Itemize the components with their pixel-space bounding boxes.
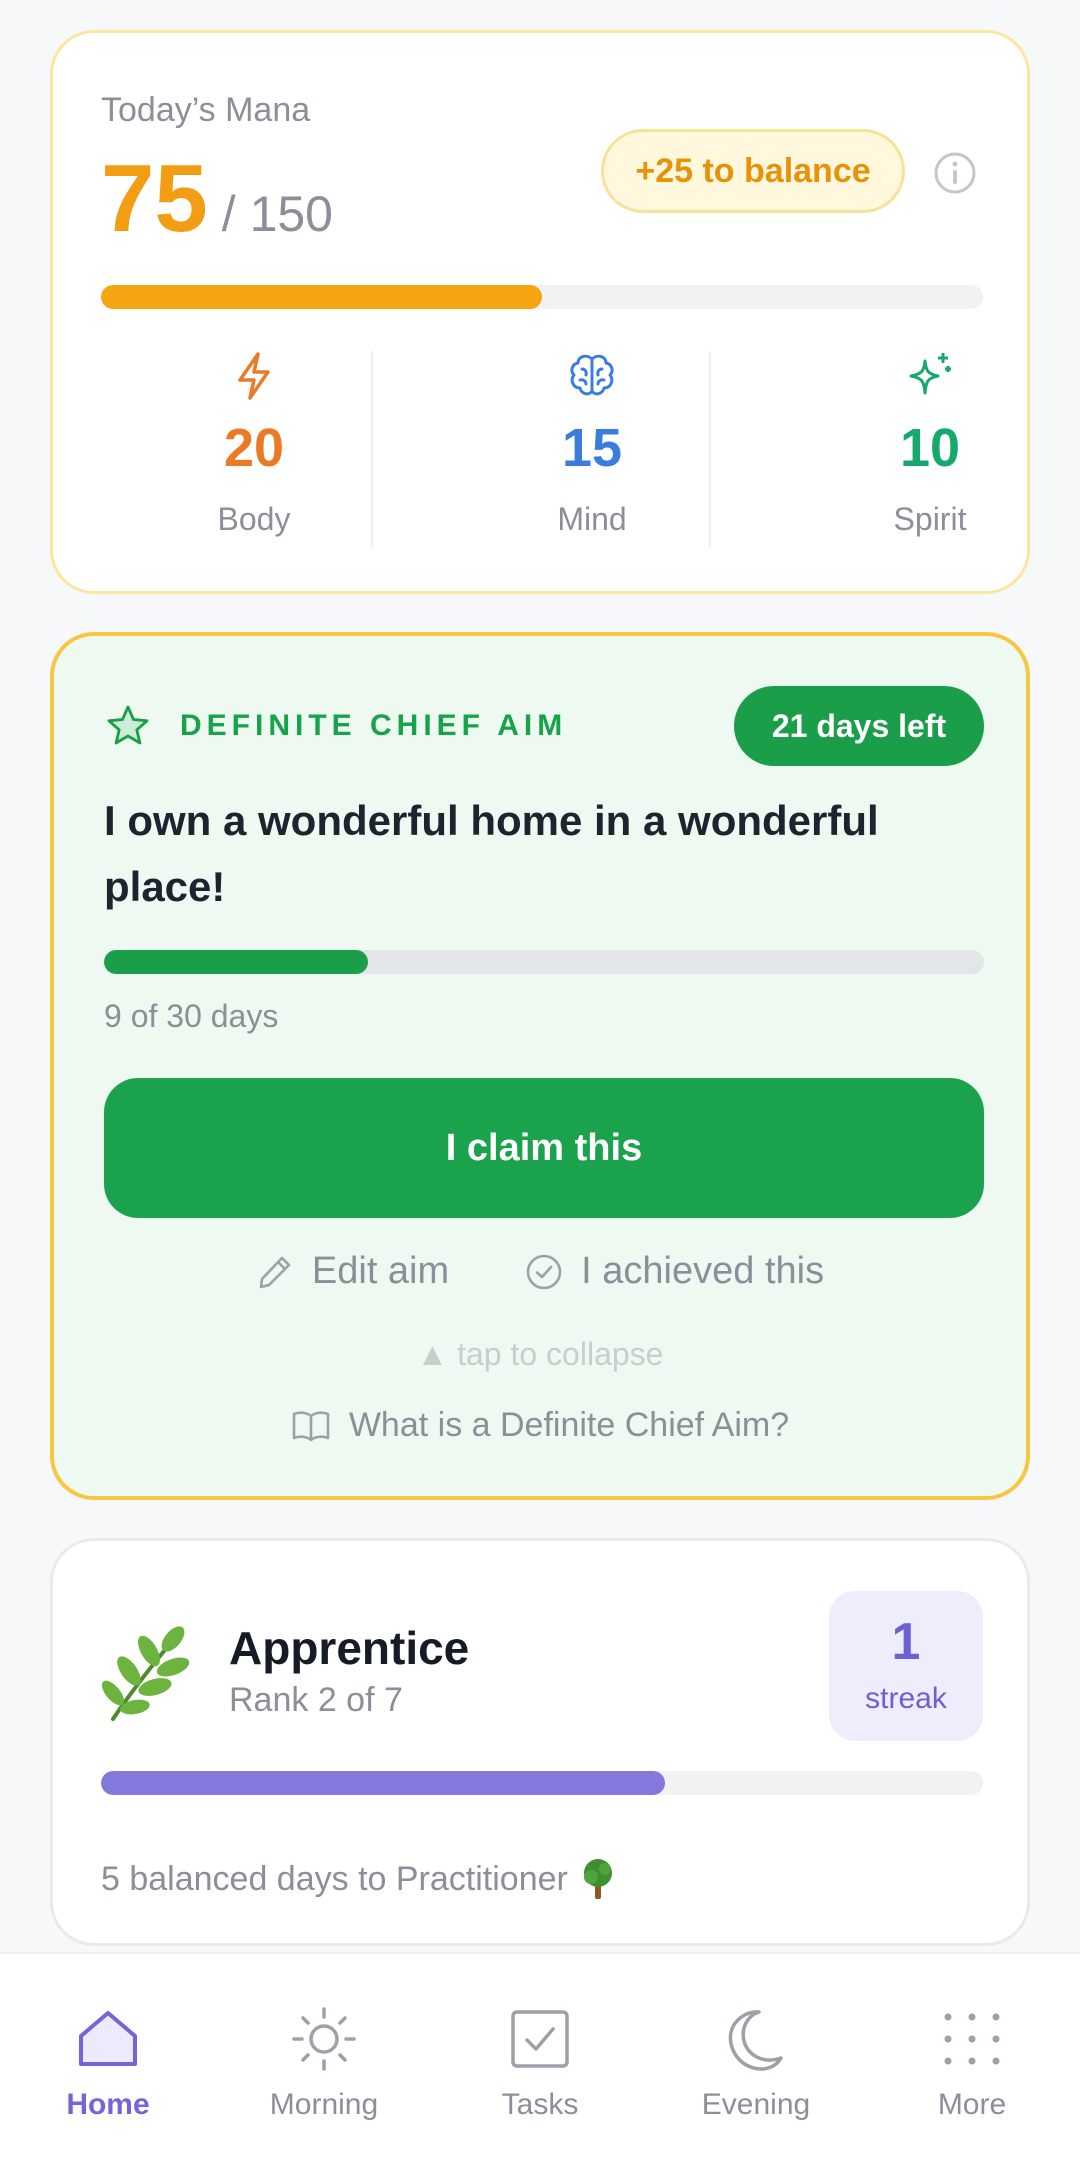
- achieved-button[interactable]: I achieved this: [525, 1250, 824, 1293]
- nav-tasks-label: Tasks: [501, 2088, 579, 2121]
- nav-evening[interactable]: Evening: [656, 2004, 856, 2144]
- chief-aim-header: DEFINITE CHIEF AIM: [104, 702, 567, 750]
- nav-home-label: Home: [66, 2088, 150, 2121]
- home-icon: [79, 2011, 137, 2066]
- stat-body: 20 Body: [91, 349, 417, 549]
- chief-aim-card[interactable]: DEFINITE CHIEF AIM 21 days left I own a …: [50, 632, 1030, 1500]
- rank-name: Apprentice: [229, 1622, 470, 1674]
- rank-progress-bar: [101, 1771, 983, 1795]
- streak-label: streak: [865, 1682, 947, 1715]
- claim-button[interactable]: I claim this: [104, 1078, 984, 1218]
- mana-max: / 150: [221, 186, 333, 242]
- check-circle-icon: [526, 1254, 562, 1289]
- sparkle-icon: [909, 353, 951, 395]
- pencil-icon: [259, 1256, 291, 1288]
- divider: [709, 351, 711, 547]
- mana-card: Today’s Mana 75 / 150 +25 to balance 20 …: [50, 30, 1030, 594]
- mana-progress-fill: [101, 285, 542, 309]
- stat-spirit: 10 Spirit: [767, 349, 1080, 549]
- book-icon: [292, 1410, 330, 1441]
- stat-spirit-label: Spirit: [893, 501, 967, 537]
- stat-spirit-value: 10: [899, 418, 961, 478]
- nav-morning[interactable]: Morning: [224, 2004, 424, 2144]
- mana-label: Today’s Mana: [101, 91, 311, 129]
- checkbox-icon: [511, 2010, 569, 2068]
- what-is-aim-label: What is a Definite Chief Aim?: [348, 1406, 790, 1444]
- mana-current: 75: [101, 145, 208, 252]
- achieved-label: I achieved this: [581, 1250, 825, 1292]
- edit-aim-button[interactable]: Edit aim: [256, 1250, 449, 1293]
- mana-value: 75 / 150: [101, 151, 333, 247]
- bottom-nav: Home Morning Tasks Evening More: [0, 1952, 1080, 2168]
- aim-progress-text: 9 of 30 days: [104, 998, 279, 1034]
- star-icon: [107, 705, 149, 745]
- sun-icon: [292, 2007, 356, 2071]
- rank-subtitle: Rank 2 of 7: [229, 1681, 403, 1719]
- rank-next-note: 5 balanced days to Practitioner: [101, 1857, 618, 1901]
- aim-progress-bar: [104, 950, 984, 974]
- nav-evening-label: Evening: [701, 2088, 811, 2121]
- rank-progress-fill: [101, 1771, 666, 1795]
- brain-icon: [570, 354, 614, 396]
- edit-aim-label: Edit aim: [311, 1250, 450, 1292]
- streak-value: 1: [891, 1613, 921, 1671]
- stat-mind-label: Mind: [557, 501, 627, 537]
- aim-actions: Edit aim I achieved this: [54, 1250, 1026, 1293]
- moon-icon: [728, 2010, 783, 2071]
- info-icon[interactable]: [933, 151, 977, 195]
- nav-home[interactable]: Home: [8, 2004, 208, 2144]
- what-is-aim-link[interactable]: What is a Definite Chief Aim?: [54, 1406, 1026, 1445]
- nav-tasks[interactable]: Tasks: [440, 2004, 640, 2144]
- rank-next-text: 5 balanced days to Practitioner: [101, 1859, 568, 1898]
- nav-more-label: More: [937, 2088, 1007, 2121]
- stat-mind-value: 15: [561, 418, 623, 478]
- stat-body-label: Body: [217, 501, 291, 537]
- nav-morning-label: Morning: [269, 2088, 379, 2121]
- collapse-hint[interactable]: ▲ tap to collapse: [54, 1336, 1026, 1373]
- chief-aim-title: DEFINITE CHIEF AIM: [180, 709, 568, 742]
- divider: [371, 351, 373, 547]
- streak-badge: 1 streak: [829, 1591, 983, 1741]
- stat-body-value: 20: [223, 418, 285, 478]
- grid-dots-icon: [944, 2013, 1000, 2065]
- stat-mind: 15 Mind: [429, 349, 755, 549]
- mana-progress-bar: [101, 285, 983, 309]
- rank-card: Apprentice Rank 2 of 7 1 streak 5 balanc…: [50, 1538, 1030, 1946]
- aim-progress-fill: [104, 950, 368, 974]
- chief-aim-text: I own a wonderful home in a wonderful pl…: [104, 797, 879, 910]
- tree-icon: [583, 1859, 612, 1899]
- days-left-badge: 21 days left: [734, 686, 984, 766]
- balance-badge: +25 to balance: [601, 129, 905, 213]
- herb-icon: [101, 1626, 190, 1721]
- nav-more[interactable]: More: [872, 2004, 1072, 2144]
- lightning-icon: [238, 352, 270, 400]
